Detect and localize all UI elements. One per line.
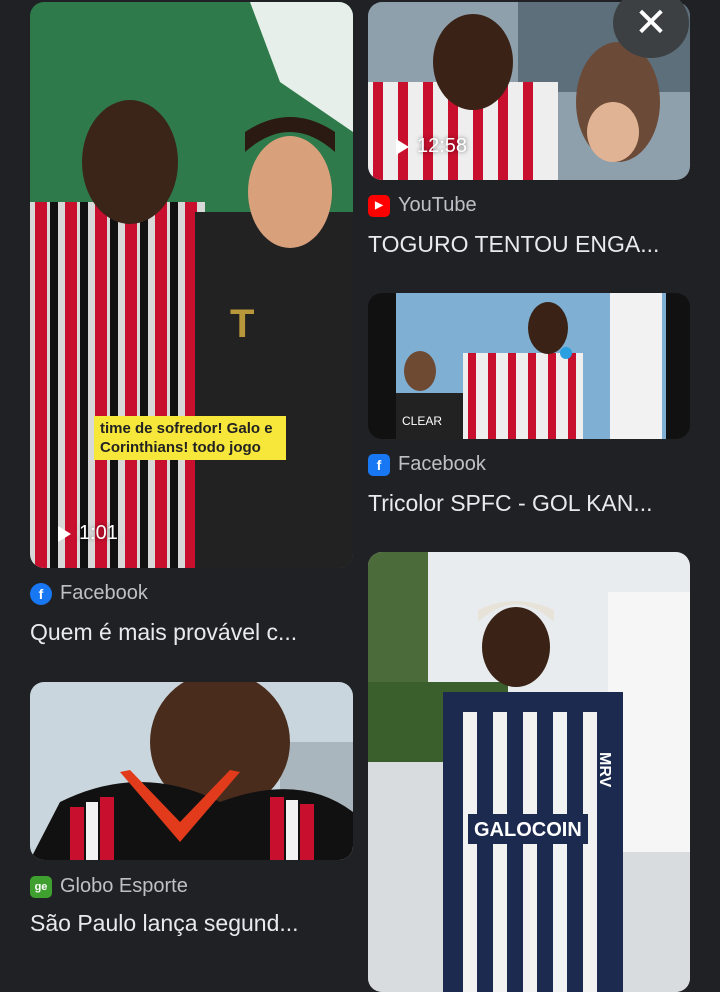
close-icon: ✕: [634, 1, 668, 45]
thumb-text: CLEAR: [402, 414, 442, 428]
duration-text: 1:01: [79, 522, 118, 544]
result-source-1: f Facebook: [30, 582, 148, 605]
svg-text:T: T: [230, 302, 254, 346]
source-name: YouTube: [398, 194, 477, 216]
youtube-icon: ▶: [368, 194, 390, 217]
image-thumbnail: CLEAR: [368, 293, 690, 439]
thumb-text: GALOCOIN: [474, 819, 582, 841]
result-card-4[interactable]: [30, 682, 353, 860]
result-title-3[interactable]: Tricolor SPFC - GOL KAN...: [368, 490, 690, 517]
result-title-4[interactable]: São Paulo lança segund...: [30, 910, 353, 937]
source-name: Globo Esporte: [60, 875, 188, 897]
image-thumbnail: [30, 682, 353, 860]
globo-esporte-icon: ge: [30, 875, 52, 898]
thumb-text-2: MRV: [596, 752, 613, 788]
result-source-2: ▶ YouTube: [368, 194, 477, 217]
play-icon: [58, 525, 71, 542]
result-title-1[interactable]: Quem é mais provável c...: [30, 619, 353, 646]
result-card-1[interactable]: T time de sofredor! Galo e Corinthians! …: [30, 2, 353, 568]
image-thumbnail: GALOCOIN MRV: [368, 552, 690, 992]
source-name: Facebook: [398, 453, 486, 475]
facebook-icon: f: [30, 582, 52, 605]
video-caption: time de sofredor! Galo e Corinthians! to…: [94, 416, 286, 460]
duration-text: 12:58: [417, 135, 468, 157]
play-icon: [396, 138, 409, 155]
video-thumbnail: T: [30, 2, 353, 568]
result-title-2[interactable]: TOGURO TENTOU ENGA...: [368, 231, 690, 258]
result-card-3[interactable]: CLEAR: [368, 293, 690, 439]
video-duration: 12:58: [396, 135, 467, 158]
result-source-3: f Facebook: [368, 453, 486, 476]
facebook-icon: f: [368, 453, 390, 476]
source-name: Facebook: [60, 582, 148, 604]
result-source-4: ge Globo Esporte: [30, 875, 188, 898]
result-card-5[interactable]: GALOCOIN MRV: [368, 552, 690, 992]
video-duration: 1:01: [58, 522, 118, 545]
